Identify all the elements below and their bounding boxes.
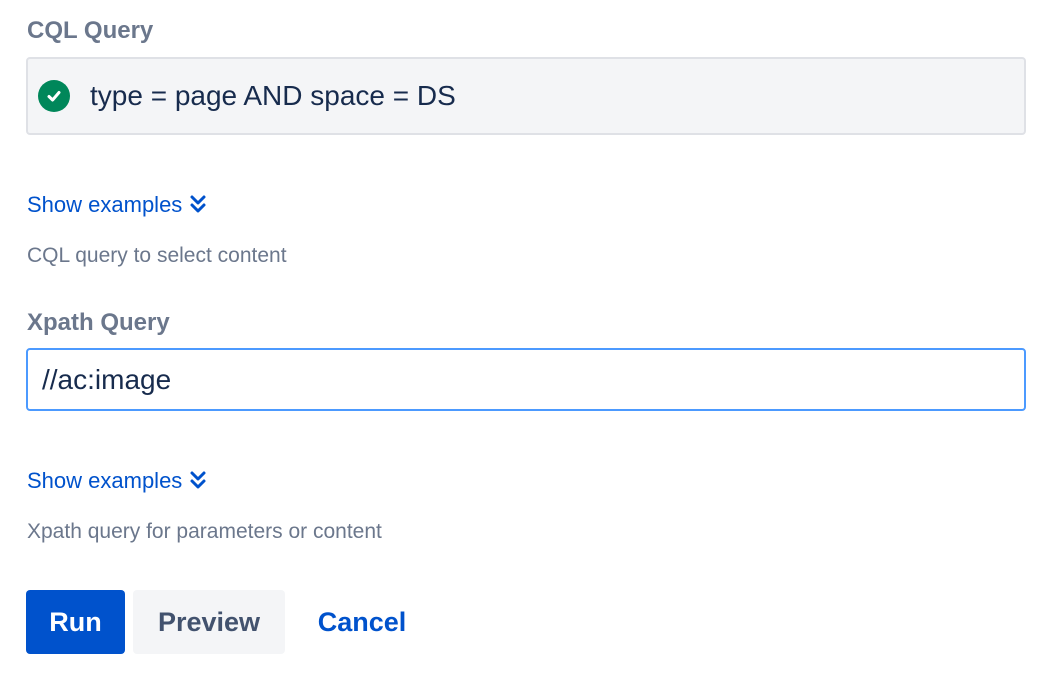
check-circle-icon xyxy=(38,80,70,112)
xpath-helper-text: Xpath query for parameters or content xyxy=(27,520,382,543)
double-chevron-down-icon[interactable] xyxy=(189,470,207,492)
show-examples-label[interactable]: Show examples xyxy=(27,192,182,218)
xpath-query-field[interactable]: //ac:image xyxy=(26,348,1026,411)
cancel-button[interactable]: Cancel xyxy=(296,590,428,654)
xpath-show-examples-link[interactable]: Show examples xyxy=(27,468,207,494)
cql-show-examples-link[interactable]: Show examples xyxy=(27,192,207,218)
double-chevron-down-icon[interactable] xyxy=(189,194,207,216)
cql-query-field[interactable]: type = page AND space = DS xyxy=(26,57,1026,135)
cql-query-value[interactable]: type = page AND space = DS xyxy=(90,80,456,112)
run-button[interactable]: Run xyxy=(26,590,125,654)
cql-helper-text: CQL query to select content xyxy=(27,244,287,267)
xpath-query-label: Xpath Query xyxy=(27,309,170,336)
show-examples-label[interactable]: Show examples xyxy=(27,468,182,494)
preview-button[interactable]: Preview xyxy=(133,590,285,654)
xpath-query-value[interactable]: //ac:image xyxy=(42,364,171,396)
cql-query-label: CQL Query xyxy=(27,17,154,44)
